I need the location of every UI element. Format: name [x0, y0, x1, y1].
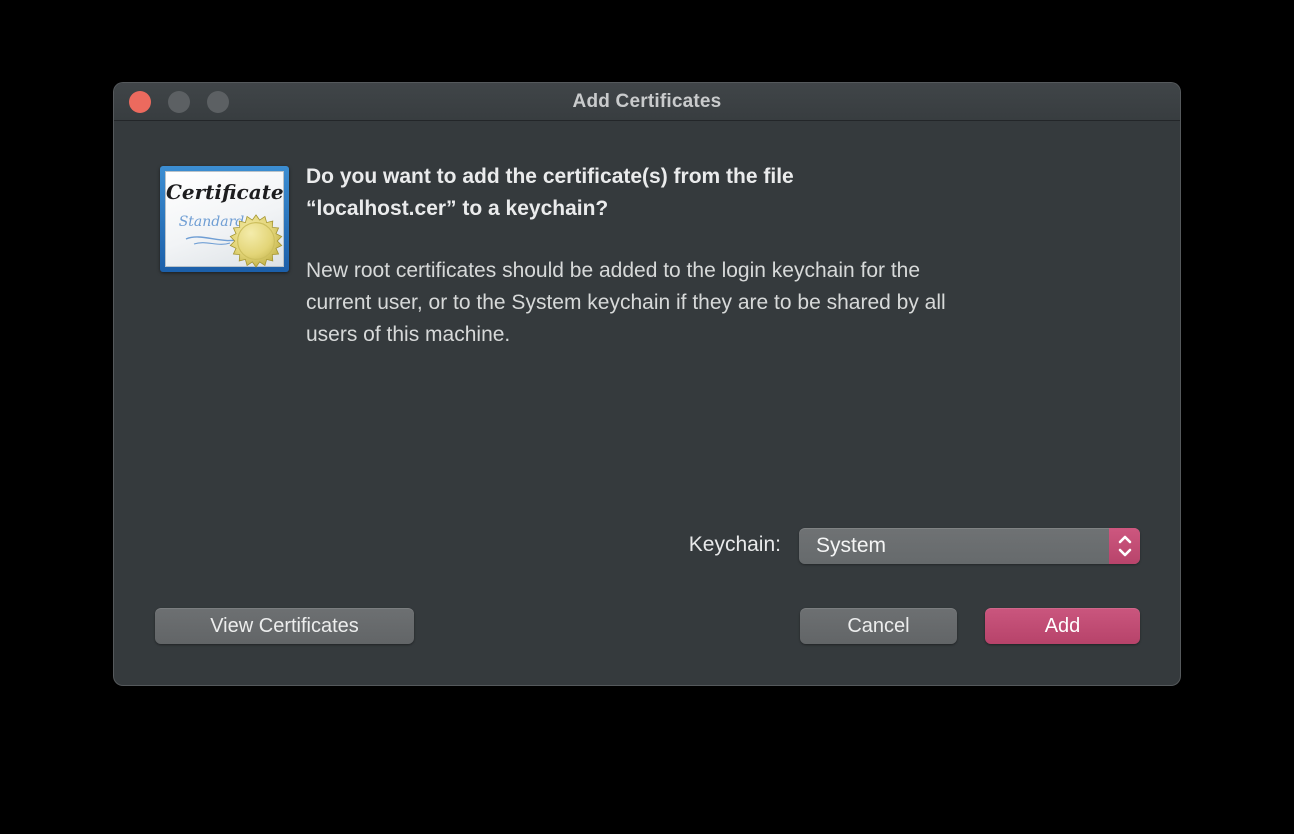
- keychain-label: Keychain:: [688, 533, 781, 556]
- gold-seal-icon: [229, 214, 283, 268]
- keychain-select[interactable]: System: [799, 528, 1140, 564]
- view-certificates-button[interactable]: View Certificates: [155, 608, 414, 644]
- window-title: Add Certificates: [572, 91, 722, 112]
- certificate-frame: Certificate Standard: [160, 166, 289, 272]
- dialog-heading: Do you want to add the certificate(s) fr…: [306, 161, 1166, 225]
- keychain-selected-value: System: [816, 534, 887, 557]
- titlebar[interactable]: Add Certificates: [114, 83, 1180, 121]
- dialog-body: New root certificates should be added to…: [306, 255, 1166, 351]
- body-line: current user, or to the System keychain …: [306, 291, 946, 314]
- heading-line: Do you want to add the certificate(s) fr…: [306, 165, 794, 188]
- heading-line: “localhost.cer” to a keychain?: [306, 197, 609, 220]
- cancel-button[interactable]: Cancel: [800, 608, 957, 644]
- body-line: users of this machine.: [306, 323, 511, 346]
- certificate-title-text: Certificate: [166, 180, 284, 204]
- add-certificates-dialog: Add Certificates Certificate Standard Do…: [113, 82, 1181, 686]
- chevron-up-down-icon: [1118, 535, 1131, 557]
- certificate-paper: Certificate Standard: [165, 171, 284, 268]
- certificate-icon: Certificate Standard: [160, 166, 289, 272]
- select-stepper-cap: [1109, 528, 1140, 564]
- body-line: New root certificates should be added to…: [306, 259, 921, 282]
- add-button[interactable]: Add: [985, 608, 1140, 644]
